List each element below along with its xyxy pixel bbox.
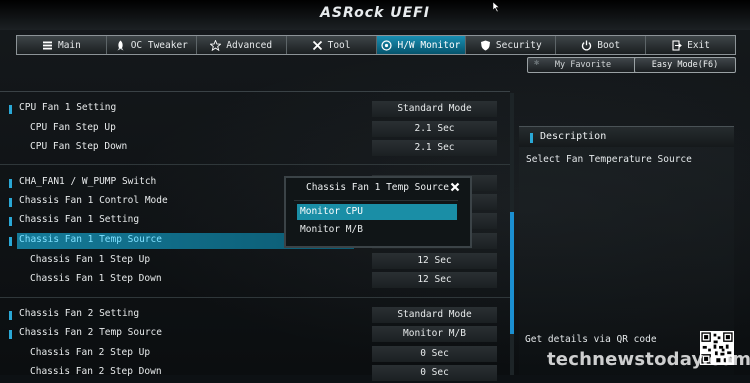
setting-value[interactable]: 12 Sec bbox=[372, 253, 497, 269]
setting-label: Chassis Fan 2 Temp Source bbox=[19, 327, 162, 338]
setting-value[interactable]: 2.1 Sec bbox=[372, 140, 497, 156]
star-icon bbox=[210, 39, 222, 51]
setting-label: Chassis Fan 1 Control Mode bbox=[19, 195, 168, 206]
row-marker bbox=[9, 198, 12, 207]
setting-value[interactable]: 0 Sec bbox=[372, 346, 497, 362]
tab-main[interactable]: Main bbox=[17, 36, 107, 54]
my-favorite-button[interactable]: ✱ My Favorite bbox=[527, 57, 639, 73]
tab-advanced[interactable]: Advanced bbox=[197, 36, 287, 54]
row-marker bbox=[9, 311, 12, 320]
setting-value[interactable]: 12 Sec bbox=[372, 272, 497, 288]
option-monitor-mb[interactable]: Monitor M/B bbox=[297, 222, 457, 238]
list-top-divider bbox=[0, 91, 510, 92]
tab-label: Advanced bbox=[226, 39, 273, 51]
setting-label: Chassis Fan 2 Setting bbox=[19, 308, 140, 319]
easy-mode-button[interactable]: Easy Mode(F6) bbox=[634, 57, 736, 73]
row-marker bbox=[9, 217, 12, 226]
rocket-icon bbox=[117, 40, 124, 50]
setting-row-chassis-fan-1-step-down[interactable]: Chassis Fan 1 Step Down 12 Sec bbox=[0, 271, 510, 290]
row-marker bbox=[9, 179, 12, 188]
my-favorite-label: My Favorite bbox=[554, 60, 612, 70]
temp-source-popup: Chassis Fan 1 Temp Source Monitor CPU Mo… bbox=[284, 176, 472, 248]
close-icon[interactable] bbox=[448, 180, 462, 194]
row-marker bbox=[530, 133, 533, 143]
setting-row-cpu-fan-step-down[interactable]: CPU Fan Step Down 2.1 Sec bbox=[0, 139, 510, 158]
setting-label: CPU Fan 1 Setting bbox=[19, 102, 117, 113]
setting-value[interactable]: Monitor M/B bbox=[372, 326, 497, 342]
tab-label: H/W Monitor bbox=[397, 39, 461, 51]
setting-row-chassis-fan-2-step-down[interactable]: Chassis Fan 2 Step Down 0 Sec bbox=[0, 364, 510, 383]
qr-code-caption: Get details via QR code bbox=[525, 334, 657, 345]
popup-title: Chassis Fan 1 Temp Source bbox=[306, 182, 449, 193]
tab-security[interactable]: Security bbox=[466, 36, 557, 54]
watermark-text: technewstoday.com bbox=[547, 349, 750, 370]
setting-row-chassis-fan-1-step-up[interactable]: Chassis Fan 1 Step Up 12 Sec bbox=[0, 252, 510, 271]
section-divider bbox=[0, 297, 510, 298]
option-monitor-cpu[interactable]: Monitor CPU bbox=[297, 204, 457, 220]
easy-mode-label: Easy Mode(F6) bbox=[651, 60, 719, 70]
tab-label: Main bbox=[57, 39, 81, 51]
scrollbar-thumb[interactable] bbox=[510, 212, 514, 334]
tab-boot[interactable]: Boot bbox=[556, 36, 647, 54]
setting-label: Chassis Fan 1 Setting bbox=[19, 214, 140, 225]
brand-header: ASRock UEFI bbox=[0, 0, 750, 30]
wrench-icon bbox=[312, 40, 322, 50]
setting-row-cpu-fan-step-up[interactable]: CPU Fan Step Up 2.1 Sec bbox=[0, 120, 510, 139]
setting-row-cpu-fan-1-setting[interactable]: CPU Fan 1 Setting Standard Mode bbox=[0, 100, 510, 119]
setting-row-chassis-fan-2-setting[interactable]: Chassis Fan 2 Setting Standard Mode bbox=[0, 306, 510, 325]
row-marker bbox=[9, 237, 12, 246]
description-header: Description bbox=[519, 126, 734, 147]
popup-divider bbox=[294, 200, 458, 201]
setting-label: CHA_FAN1 / W_PUMP Switch bbox=[19, 176, 157, 187]
setting-value[interactable]: 0 Sec bbox=[372, 365, 497, 381]
row-marker bbox=[9, 330, 12, 339]
setting-label: CPU Fan Step Down bbox=[30, 141, 128, 152]
tab-label: Tool bbox=[327, 39, 351, 51]
shield-icon bbox=[480, 40, 490, 50]
tab-label: Boot bbox=[597, 39, 621, 51]
setting-label: Chassis Fan 2 Step Down bbox=[30, 366, 162, 377]
tab-label: Exit bbox=[687, 39, 710, 51]
setting-value[interactable]: Standard Mode bbox=[372, 307, 497, 323]
exit-door-icon bbox=[672, 39, 682, 51]
section-divider bbox=[0, 164, 510, 165]
setting-row-chassis-fan-2-step-up[interactable]: Chassis Fan 2 Step Up 0 Sec bbox=[0, 345, 510, 364]
tab-tool[interactable]: Tool bbox=[287, 36, 377, 54]
setting-label: CPU Fan Step Up bbox=[30, 122, 116, 133]
tab-label: OC Tweaker bbox=[130, 39, 188, 51]
main-tab-bar: Main OC Tweaker Advanced Tool H/W Monito… bbox=[16, 35, 736, 55]
setting-value[interactable]: 2.1 Sec bbox=[372, 121, 497, 137]
favorite-star-icon: ✱ bbox=[534, 58, 540, 68]
mouse-cursor-icon bbox=[493, 2, 500, 12]
setting-label: Chassis Fan 1 Step Up bbox=[30, 254, 151, 265]
setting-label: Chassis Fan 2 Step Up bbox=[30, 347, 151, 358]
tab-oc-tweaker[interactable]: OC Tweaker bbox=[107, 36, 197, 54]
tab-exit[interactable]: Exit bbox=[646, 36, 735, 54]
grid-icon bbox=[42, 41, 52, 49]
setting-value[interactable]: Standard Mode bbox=[372, 101, 497, 117]
tab-label: Security bbox=[495, 39, 542, 51]
tab-hw-monitor[interactable]: H/W Monitor bbox=[376, 36, 467, 54]
setting-label: Chassis Fan 1 Temp Source bbox=[19, 234, 162, 245]
setting-label: Chassis Fan 1 Step Down bbox=[30, 273, 162, 284]
power-icon bbox=[582, 40, 592, 50]
monitor-circle-icon bbox=[381, 39, 393, 51]
row-marker bbox=[9, 105, 12, 114]
app-title: ASRock UEFI bbox=[320, 5, 430, 21]
setting-row-chassis-fan-2-temp-source[interactable]: Chassis Fan 2 Temp Source Monitor M/B bbox=[0, 325, 510, 344]
description-title: Description bbox=[540, 131, 607, 142]
description-text: Select Fan Temperature Source bbox=[526, 154, 692, 165]
